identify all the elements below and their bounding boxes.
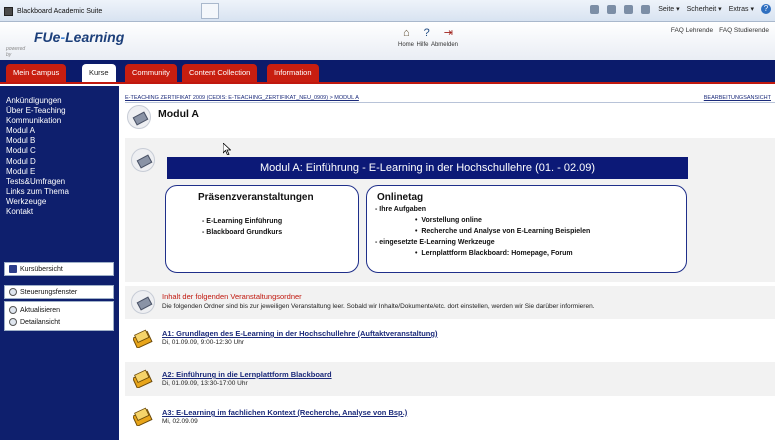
detail-view-icon xyxy=(9,318,17,326)
sidebar-item-tests-umfragen[interactable]: Tests&Umfragen xyxy=(6,177,69,187)
breadcrumb[interactable]: E-TEACHING ZERTIFIKAT 2009 (CEDIS: E-TEA… xyxy=(125,95,359,101)
browser-tab[interactable]: Blackboard Academic Suite xyxy=(4,3,102,19)
notice-text: Die folgenden Ordner sind bis zur jeweil… xyxy=(162,303,595,310)
folder-date: Mi, 02.09.09 xyxy=(162,418,198,425)
folder-date: Di, 01.09.09, 9:00-12:30 Uhr xyxy=(162,339,245,346)
sidebar-item-modul-b[interactable]: Modul B xyxy=(6,136,69,146)
feeds-icon[interactable] xyxy=(607,4,617,14)
control-panel-button[interactable]: Steuerungsfenster xyxy=(4,285,114,299)
card-title: Onlinetag xyxy=(377,192,424,203)
course-overview-button[interactable]: Kursübersicht xyxy=(4,262,114,276)
logout-icon[interactable]: ⇥ xyxy=(444,26,453,40)
card-line: • Vorstellung online xyxy=(415,217,482,224)
list-item: A1: Grundlagen des E-Learning in der Hoc… xyxy=(125,324,775,354)
faq-teachers-link[interactable]: FAQ Lehrende xyxy=(671,27,713,34)
sidebar-item-kontakt[interactable]: Kontakt xyxy=(6,207,69,217)
module-banner: Modul A: Einführung - E-Learning in der … xyxy=(167,157,688,179)
logo-text: FUe-Learning xyxy=(34,29,125,45)
sidebar-item-links-zum-thema[interactable]: Links zum Thema xyxy=(6,187,69,197)
mail-icon[interactable] xyxy=(624,4,634,14)
folder-icon xyxy=(133,407,153,426)
card-title: Präsenzveranstaltungen xyxy=(198,192,314,203)
card-line: - Ihre Aufgaben xyxy=(375,206,427,213)
help-link[interactable]: Hilfe xyxy=(416,42,428,48)
favicon-icon xyxy=(4,6,13,16)
tools-menu[interactable]: Extras ▾ xyxy=(729,5,754,13)
module-icon xyxy=(127,105,151,129)
course-overview-icon xyxy=(9,265,17,273)
list-item: A2: Einführung in die Lernplattform Blac… xyxy=(125,362,775,396)
home-icon[interactable]: ⌂ xyxy=(403,26,410,40)
overview-icon xyxy=(131,148,155,172)
notice-icon xyxy=(131,290,155,314)
folder-icon xyxy=(133,329,153,348)
sidebar-item-modul-e[interactable]: Modul E xyxy=(6,167,69,177)
main-nav: Mein Campus Kurse Community Content Coll… xyxy=(0,60,775,84)
control-panel-icon xyxy=(9,288,17,296)
refresh-button[interactable]: Aktualisieren xyxy=(9,304,109,316)
folder-link-a3[interactable]: A3: E-Learning im fachlichen Kontext (Re… xyxy=(162,408,407,417)
content-area: E-TEACHING ZERTIFIKAT 2009 (CEDIS: E-TEA… xyxy=(119,86,775,440)
card-line: • Recherche und Analyse von E-Learning B… xyxy=(415,228,591,235)
card-line: - E-Learning Einführung xyxy=(202,218,283,225)
refresh-icon xyxy=(9,306,17,314)
folder-date: Di, 01.09.09, 13:30-17:00 Uhr xyxy=(162,380,248,387)
tab-community[interactable]: Community xyxy=(125,64,177,82)
module-overview: Modul A: Einführung - E-Learning in der … xyxy=(125,138,775,282)
sidebar-item-werkzeuge[interactable]: Werkzeuge xyxy=(6,197,69,207)
divider xyxy=(125,102,775,103)
browser-help-icon[interactable]: ? xyxy=(761,4,771,14)
folder-link-a1[interactable]: A1: Grundlagen des E-Learning in der Hoc… xyxy=(162,329,437,338)
home-link[interactable]: Home xyxy=(398,42,414,48)
online-day-card: Onlinetag - Ihre Aufgaben • Vorstellung … xyxy=(366,185,687,273)
browser-tab-title: Blackboard Academic Suite xyxy=(17,7,103,15)
sidebar-item-ankuendigungen[interactable]: Ankündigungen xyxy=(6,96,69,106)
card-line: - eingesetzte E-Learning Werkzeuge xyxy=(375,239,495,246)
browser-command-bar: Seite ▾ Scherheit ▾ Extras ▾ ? xyxy=(590,4,771,14)
home-toolbar-icon[interactable] xyxy=(590,4,600,14)
tab-content-collection[interactable]: Content Collection xyxy=(182,64,258,82)
notice-title: Inhalt der folgenden Veranstaltungsordne… xyxy=(162,292,302,301)
safety-menu[interactable]: Scherheit ▾ xyxy=(687,5,722,13)
sidebar-item-modul-c[interactable]: Modul C xyxy=(6,146,69,156)
logout-link[interactable]: Abmelden xyxy=(431,42,458,48)
faq-students-link[interactable]: FAQ Studierende xyxy=(719,27,769,34)
folder-link-a2[interactable]: A2: Einführung in die Lernplattform Blac… xyxy=(162,370,332,379)
new-tab-button[interactable] xyxy=(201,3,219,19)
page-menu[interactable]: Seite ▾ xyxy=(658,5,679,13)
header-actions: ⌂ ? ⇥ Home Hilfe Abmelden xyxy=(396,26,460,48)
card-line: • Lernplattform Blackboard: Homepage, Fo… xyxy=(415,250,573,257)
tab-information[interactable]: Information xyxy=(267,64,319,82)
edit-view-link[interactable]: BEARBEITUNGSANSICHT xyxy=(704,95,771,101)
browser-toolbar: Blackboard Academic Suite Seite ▾ Scherh… xyxy=(0,0,775,22)
sidebar-item-modul-d[interactable]: Modul D xyxy=(6,157,69,167)
tab-mein-campus[interactable]: Mein Campus xyxy=(6,64,67,82)
card-line: - Blackboard Grundkurs xyxy=(202,229,283,236)
help-icon[interactable]: ? xyxy=(424,26,430,40)
detail-view-button[interactable]: Detailansicht xyxy=(9,316,109,328)
course-sidebar: Ankündigungen Über E-Teaching Kommunikat… xyxy=(0,86,119,440)
course-menu: Ankündigungen Über E-Teaching Kommunikat… xyxy=(6,96,69,217)
sidebar-item-kommunikation[interactable]: Kommunikation xyxy=(6,116,69,126)
print-icon[interactable] xyxy=(641,4,651,14)
sidebar-item-ueber-e-teaching[interactable]: Über E-Teaching xyxy=(6,106,69,116)
powered-by-label: powered by xyxy=(6,46,26,58)
list-item: A3: E-Learning im fachlichen Kontext (Re… xyxy=(125,402,775,434)
presence-events-card: Präsenzveranstaltungen - E-Learning Einf… xyxy=(165,185,359,273)
folder-notice: Inhalt der folgenden Veranstaltungsordne… xyxy=(125,286,775,319)
mouse-cursor-icon xyxy=(223,143,231,155)
view-options: Aktualisieren Detailansicht xyxy=(4,301,114,331)
sidebar-item-modul-a[interactable]: Modul A xyxy=(6,126,69,136)
faq-links: FAQ Lehrende FAQ Studierende xyxy=(671,27,769,34)
folder-icon xyxy=(133,369,153,388)
tab-kurse[interactable]: Kurse xyxy=(82,64,116,82)
site-header: powered by FUe-Learning ⌂ ? ⇥ Home Hilfe… xyxy=(0,22,775,60)
page-title: Modul A xyxy=(158,108,200,120)
